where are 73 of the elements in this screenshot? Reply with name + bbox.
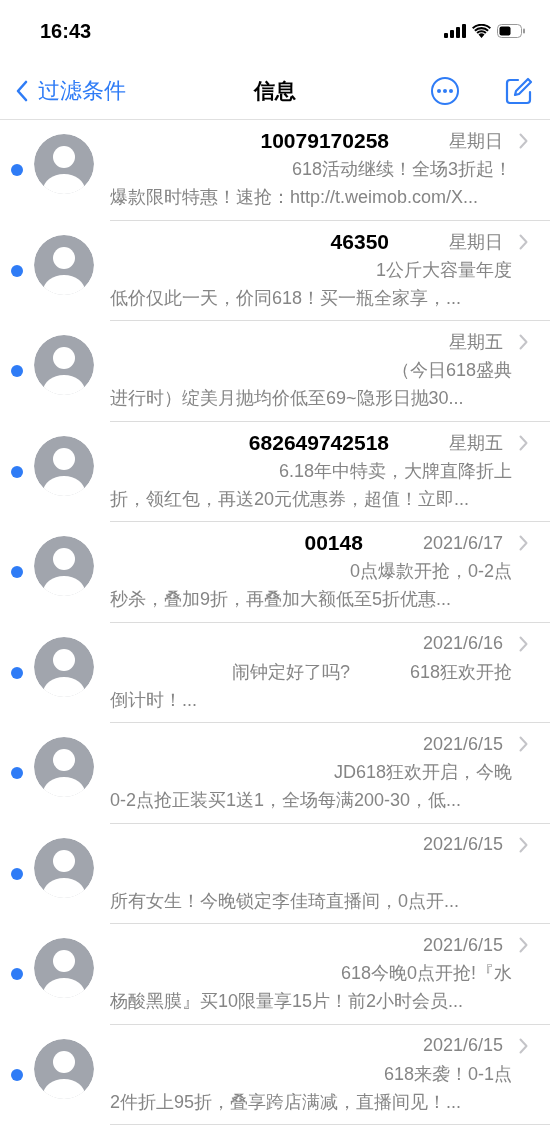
avatar-icon [34,1038,94,1099]
avatar-icon [34,134,94,194]
chevron-icon [519,233,528,250]
avatar-icon [34,737,94,797]
avatar-icon [34,435,94,496]
message-row[interactable]: 2021/6/16 闹钟定好了吗? 618狂欢开抢 倒计时！... [0,622,550,723]
chevron-icon [519,334,528,350]
message-date: 星期五 [449,331,503,354]
back-button[interactable]: 过滤条件 [16,75,126,106]
chevron-icon [519,434,528,451]
message-date: 2021/6/15 [422,834,503,855]
chevron-icon [519,937,528,953]
message-preview: 618今晚0点开抢!『水 [340,962,512,985]
avatar-icon [34,234,94,295]
avatar-icon [34,335,94,395]
message-preview: 进行时）绽美月抛均价低至69~隐形日抛30... [110,387,465,410]
message-row[interactable]: 2021/6/15 618今晚0点开抢!『水 杨酸黑膜』买10限量享15片！前2小时会员... [0,924,550,1025]
message-row[interactable]: 2021/6/15 所有女生！今晚锁定李佳琦直播间，0点开... [0,823,550,924]
message-preview: 倒计时！... [110,688,198,712]
wifi-icon [472,24,491,38]
message-preview: 6.18年中特卖，大牌直降折上 [278,459,512,483]
message-date: 2021/6/15 [422,934,503,956]
message-row[interactable]: 10079170258 星期日 618活动继续！全场3折起！ 爆款限时特惠！速抢：http://t.weimob.com/X... [0,120,550,221]
avatar-icon [34,536,94,596]
message-date: 星期五 [449,431,503,455]
avatar-icon [34,938,94,998]
message-row[interactable]: 00148 2021/6/17 0点爆款开抢，0-2点 秒杀，叠加9折，再叠加大额低至5折优惠... [0,522,550,623]
nav-title: 信息 [254,77,296,104]
message-preview: 1公斤大容量年度 [376,258,512,282]
message-row[interactable]: 星期五 （今日618盛典 进行时）绽美月抛均价低至69~隐形日抛30... [0,321,550,422]
chevron-icon [519,736,528,752]
message-date: 2021/6/17 [422,532,503,554]
chevron-icon [519,535,528,551]
sender-number: 46350 [330,229,389,253]
message-date: 2021/6/16 [422,633,503,654]
avatar-icon [34,837,94,898]
message-row[interactable]: 2021/6/15 JD618狂欢开启，今晚 0-2点抢正装买1送1，全场每满200-30，低... [0,723,550,824]
chevron-icon [519,133,528,149]
message-preview: 618来袭！0-1点 [383,1062,512,1086]
message-date: 星期日 [449,230,503,254]
message-preview: 低价仅此一天，价同618！买一瓶全家享，... [110,286,463,310]
message-preview: JD618狂欢开启，今晚 [333,761,512,784]
message-date: 星期日 [449,130,503,153]
battery-icon [497,24,526,38]
chevron-icon [519,836,528,853]
message-row[interactable]: 2021/6/15 618来袭！0-1点 2件折上95折，叠享跨店满减，直播间见！... [0,1024,550,1125]
status-time: 16:43 [40,19,92,43]
message-date: 2021/6/15 [422,1035,503,1056]
chevron-icon [519,1037,528,1054]
message-preview: 618活动继续！全场3折起！ [291,158,512,181]
message-preview: 秒杀，叠加9折，再叠加大额低至5折优惠... [110,588,453,611]
message-row[interactable]: 46350 星期日 1公斤大容量年度 低价仅此一天，价同618！买一瓶全家享，... [0,220,550,321]
message-row[interactable]: 682649742518 星期五 6.18年中特卖，大牌直降折上 折，领红包，再送20元优惠券，超值！立即... [0,421,550,522]
sender-number: 682649742518 [248,430,389,454]
sender-number: 00148 [304,531,363,554]
message-preview: 杨酸黑膜』买10限量享15片！前2小时会员... [110,990,465,1013]
message-preview: 折，领红包，再送20元优惠券，超值！立即... [110,487,471,511]
back-chevron-icon [16,79,28,102]
message-preview: 0点爆款开抢，0-2点 [349,560,512,583]
message-preview: 爆款限时特惠！速抢：http://t.weimob.com/X... [110,186,480,209]
signal-icon [444,24,466,38]
message-preview: 2件折上95折，叠享跨店满减，直播间见！... [110,1090,463,1114]
compose-icon[interactable] [504,75,534,106]
message-preview: 0-2点抢正装买1送1，全场每满200-30，低... [110,789,463,812]
sender-number: 10079170258 [260,129,389,152]
avatar-icon [34,636,94,697]
message-preview: 所有女生！今晚锁定李佳琦直播间，0点开... [110,889,460,913]
message-preview: （今日618盛典 [391,359,512,382]
message-preview: 闹钟定好了吗? [231,660,350,684]
more-icon[interactable] [430,75,460,106]
message-date: 2021/6/15 [422,733,503,755]
message-preview: 618狂欢开抢 [409,660,512,684]
chevron-icon [519,635,528,652]
